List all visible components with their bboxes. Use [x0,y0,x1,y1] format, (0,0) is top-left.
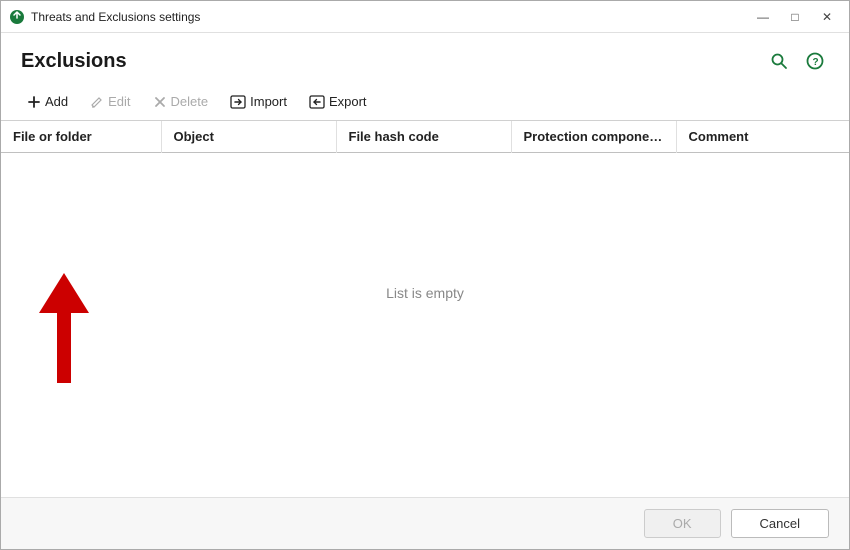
column-file: File or folder [1,121,161,153]
svg-text:?: ? [813,57,819,68]
table-header-row: File or folder Object File hash code Pro… [1,121,849,153]
import-icon [230,95,246,109]
cancel-button[interactable]: Cancel [731,509,829,538]
main-content: Exclusions ? Add [1,33,849,549]
page-title: Exclusions [21,50,127,73]
header-icon-group: ? [765,47,829,75]
help-button[interactable]: ? [801,47,829,75]
add-button[interactable]: Add [17,88,78,116]
empty-state-message: List is empty [1,153,849,433]
page-header: Exclusions ? [1,33,849,83]
edit-icon [90,95,104,109]
column-object: Object [161,121,336,153]
minimize-button[interactable]: — [749,7,777,27]
edit-button[interactable]: Edit [80,88,140,116]
title-bar: Threats and Exclusions settings — □ ✕ [1,1,849,33]
table-container: File or folder Object File hash code Pro… [1,121,849,497]
help-icon: ? [806,52,824,70]
window-controls: — □ ✕ [749,7,841,27]
exclusions-table: File or folder Object File hash code Pro… [1,121,849,153]
search-icon [770,52,788,70]
ok-button[interactable]: OK [644,509,721,538]
import-button[interactable]: Import [220,88,297,116]
column-hash: File hash code [336,121,511,153]
app-icon [9,9,25,25]
footer: OK Cancel [1,497,849,549]
maximize-button[interactable]: □ [781,7,809,27]
column-comment: Comment [676,121,849,153]
add-icon [27,95,41,109]
delete-icon [153,95,167,109]
export-button[interactable]: Export [299,88,377,116]
title-bar-text: Threats and Exclusions settings [31,10,749,24]
toolbar: Add Edit Delete Import [1,83,849,121]
search-button[interactable] [765,47,793,75]
close-button[interactable]: ✕ [813,7,841,27]
column-protection: Protection components [511,121,676,153]
delete-button[interactable]: Delete [143,88,219,116]
export-icon [309,95,325,109]
